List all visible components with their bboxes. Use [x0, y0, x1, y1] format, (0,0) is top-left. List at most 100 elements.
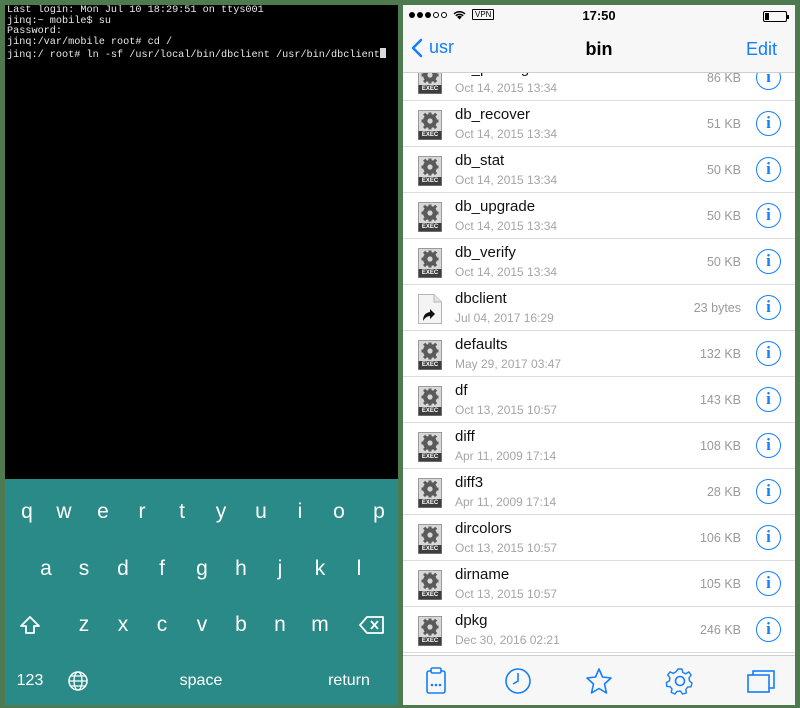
terminal-output[interactable]: Last login: Mon Jul 10 18:29:51 on ttys0…: [5, 5, 398, 477]
info-icon[interactable]: i: [756, 341, 781, 366]
key-r[interactable]: r: [127, 497, 157, 527]
file-size: 50 KB: [706, 255, 741, 269]
page-title: bin: [585, 39, 613, 59]
numbers-key[interactable]: 123: [10, 666, 50, 696]
exec-gear-icon: EXEC: [418, 386, 442, 416]
info-icon[interactable]: i: [756, 157, 781, 182]
key-m[interactable]: m: [305, 610, 335, 640]
file-size: 86 KB: [706, 73, 741, 85]
file-row-db_stat[interactable]: EXEC db_stat Oct 14, 2015 13:34 50 KB i: [403, 147, 795, 193]
file-row-dbclient[interactable]: dbclient Jul 04, 2017 16:29 23 bytes i: [403, 285, 795, 331]
file-name: diff: [455, 428, 475, 445]
file-row-db_printlog[interactable]: EXEC db_printlog Oct 14, 2015 13:34 86 KB i: [403, 73, 795, 101]
globe-key[interactable]: [63, 666, 93, 696]
file-size: 143 KB: [699, 393, 741, 407]
terminal-app: Last login: Mon Jul 10 18:29:51 on ttys0…: [5, 5, 398, 705]
file-row-db_recover[interactable]: EXEC db_recover Oct 14, 2015 13:34 51 KB i: [403, 101, 795, 147]
file-list[interactable]: EXECdb_printlogOct 14, 2015 13:3486 KBiE…: [403, 73, 795, 655]
key-c[interactable]: c: [147, 610, 177, 640]
info-icon[interactable]: i: [756, 433, 781, 458]
file-name: defaults: [455, 336, 508, 353]
key-z[interactable]: z: [69, 610, 99, 640]
exec-gear-icon: EXEC: [418, 202, 442, 232]
key-g[interactable]: g: [187, 554, 217, 584]
terminal-line: jinq:/ root# ln -sf /usr/local/bin/dbcli…: [7, 48, 396, 62]
file-row-defaults[interactable]: EXEC defaults May 29, 2017 03:47 132 KB i: [403, 331, 795, 377]
key-q[interactable]: q: [12, 497, 42, 527]
file-size: 105 KB: [699, 577, 741, 591]
edit-button[interactable]: Edit: [746, 39, 777, 60]
status-bar: VPN 17:50: [403, 5, 795, 27]
clock-icon[interactable]: [503, 666, 533, 696]
key-w[interactable]: w: [49, 497, 79, 527]
file-size: 23 bytes: [693, 301, 741, 315]
info-icon[interactable]: i: [756, 295, 781, 320]
exec-gear-icon: EXEC: [418, 156, 442, 186]
file-row-dircolors[interactable]: EXEC dircolors Oct 13, 2015 10:57 106 KB i: [403, 515, 795, 561]
exec-badge: EXEC: [421, 178, 439, 184]
terminal-cursor: [379, 48, 386, 59]
file-row-dirname[interactable]: EXEC dirname Oct 13, 2015 10:57 105 KB i: [403, 561, 795, 607]
file-name: df: [455, 382, 468, 399]
file-row-db_upgrade[interactable]: EXEC db_upgrade Oct 14, 2015 13:34 50 KB i: [403, 193, 795, 239]
key-h[interactable]: h: [226, 554, 256, 584]
file-row-diff[interactable]: EXEC diff Apr 11, 2009 17:14 108 KB i: [403, 423, 795, 469]
key-f[interactable]: f: [147, 554, 177, 584]
exec-badge: EXEC: [421, 270, 439, 276]
delete-key[interactable]: [357, 610, 387, 640]
key-k[interactable]: k: [305, 554, 335, 584]
key-a[interactable]: a: [31, 554, 61, 584]
file-row-db_verify[interactable]: EXEC db_verify Oct 14, 2015 13:34 50 KB i: [403, 239, 795, 285]
space-key[interactable]: space: [161, 666, 241, 696]
key-n[interactable]: n: [265, 610, 295, 640]
info-icon[interactable]: i: [756, 111, 781, 136]
shift-key[interactable]: [15, 610, 45, 640]
exec-gear-icon: EXEC: [418, 478, 442, 508]
key-p[interactable]: p: [364, 497, 394, 527]
keyboard: q w e r t y u i o p a s d f g h j k l z x c v b n m 123 space return: [5, 479, 398, 705]
info-icon[interactable]: i: [756, 249, 781, 274]
key-d[interactable]: d: [108, 554, 138, 584]
key-l[interactable]: l: [344, 554, 374, 584]
file-date: Oct 13, 2015 10:57: [455, 403, 558, 417]
key-j[interactable]: j: [265, 554, 295, 584]
exec-badge: EXEC: [421, 546, 439, 552]
gear-icon[interactable]: [665, 666, 695, 696]
return-key[interactable]: return: [309, 666, 389, 696]
exec-badge: EXEC: [421, 224, 439, 230]
exec-gear-icon: EXEC: [418, 570, 442, 600]
key-o[interactable]: o: [324, 497, 354, 527]
file-date: Oct 13, 2015 10:57: [455, 587, 558, 601]
file-date: Oct 14, 2015 13:34: [455, 219, 558, 233]
info-icon[interactable]: i: [756, 571, 781, 596]
key-e[interactable]: e: [88, 497, 118, 527]
key-x[interactable]: x: [108, 610, 138, 640]
info-icon[interactable]: i: [756, 525, 781, 550]
file-browser: VPN 17:50 usr bin Edit EXEC db_printlog Oc…: [403, 5, 795, 705]
key-t[interactable]: t: [167, 497, 197, 527]
exec-gear-icon: EXEC: [418, 524, 442, 554]
info-icon[interactable]: i: [756, 387, 781, 412]
key-b[interactable]: b: [226, 610, 256, 640]
windows-icon[interactable]: [745, 666, 775, 696]
star-icon[interactable]: [584, 666, 614, 696]
key-y[interactable]: y: [206, 497, 236, 527]
exec-gear-icon: EXEC: [418, 616, 442, 646]
file-date: Apr 11, 2009 17:14: [455, 449, 557, 463]
info-icon[interactable]: i: [756, 617, 781, 642]
info-icon[interactable]: i: [756, 479, 781, 504]
file-date: Apr 11, 2009 17:14: [455, 495, 557, 509]
file-row-diff3[interactable]: EXEC diff3 Apr 11, 2009 17:14 28 KB i: [403, 469, 795, 515]
clipboard-icon[interactable]: [421, 666, 451, 696]
exec-badge: EXEC: [421, 454, 439, 460]
key-u[interactable]: u: [246, 497, 276, 527]
info-icon[interactable]: i: [756, 203, 781, 228]
file-name: dirname: [455, 566, 510, 583]
file-row-df[interactable]: EXEC df Oct 13, 2015 10:57 143 KB i: [403, 377, 795, 423]
key-i[interactable]: i: [285, 497, 315, 527]
file-row-dpkg[interactable]: EXEC dpkg Dec 30, 2016 02:21 246 KB i: [403, 607, 795, 653]
info-icon[interactable]: i: [756, 73, 781, 90]
key-s[interactable]: s: [69, 554, 99, 584]
key-v[interactable]: v: [187, 610, 217, 640]
file-date: Oct 14, 2015 13:34: [455, 81, 558, 95]
